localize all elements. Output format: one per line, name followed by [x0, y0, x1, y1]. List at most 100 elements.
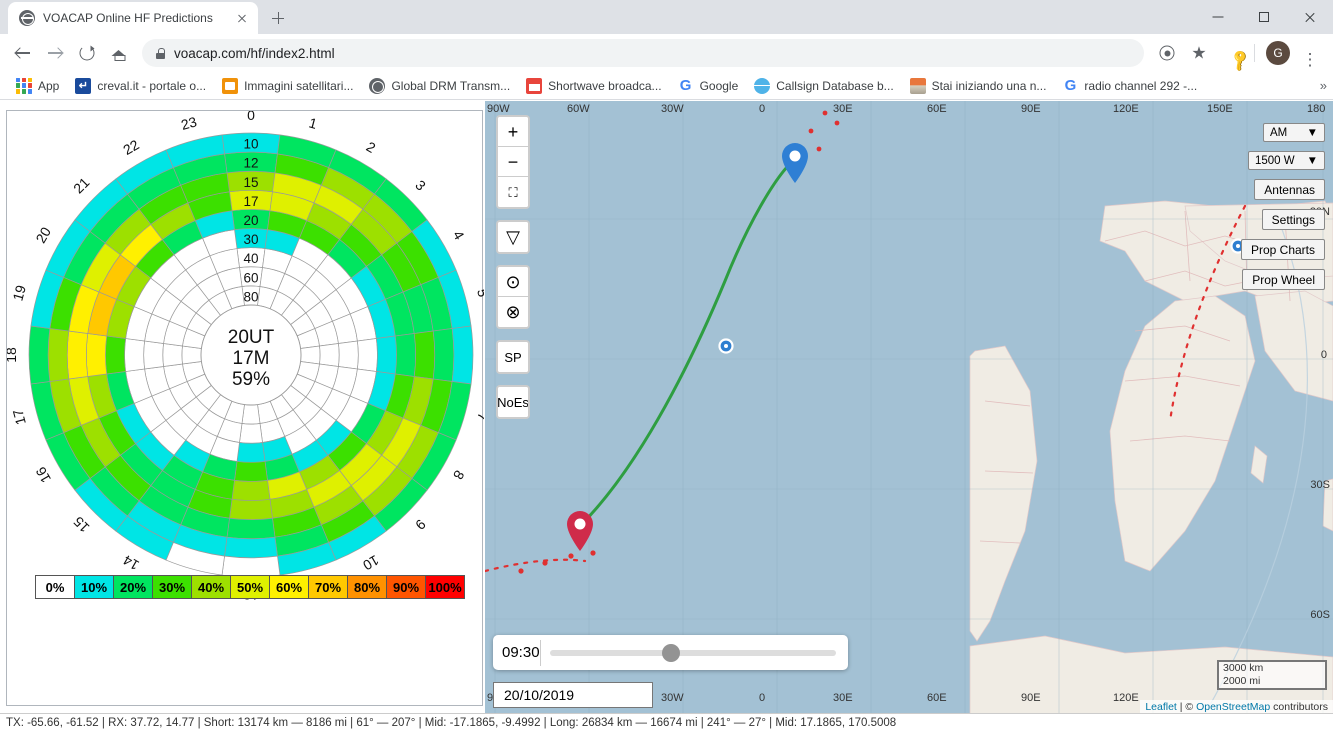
- lon-label-bottom: 30W: [661, 692, 684, 704]
- reliability-legend: 0% 10% 20% 30% 40% 50% 60% 70% 80% 90% 1…: [35, 575, 465, 599]
- legend-cell: 60%: [270, 576, 309, 598]
- greyline-toggle-button[interactable]: ▽: [498, 222, 528, 252]
- home-button[interactable]: [104, 38, 134, 68]
- google-g-icon: G: [1064, 76, 1077, 94]
- tab-close-icon[interactable]: [234, 10, 250, 26]
- lat-label: 0: [1320, 349, 1327, 361]
- lon-label-top: 180: [1307, 103, 1326, 115]
- map-canvas: [485, 101, 1333, 714]
- bookmark-item-app[interactable]: App: [9, 75, 66, 97]
- lon-label-bottom: 60E: [927, 692, 947, 704]
- bookmark-label: Stai iniziando una n...: [931, 78, 1047, 93]
- leaflet-map[interactable]: 90W 60W 30W 0 30E 60E 90E 120E 150E 180 …: [485, 101, 1333, 714]
- wheel-hour-label: 17: [9, 407, 29, 426]
- minimize-button[interactable]: [1195, 0, 1241, 34]
- wheel-hour-label: 5: [474, 287, 484, 299]
- toolbar-right-actions: ★ 🔑 G: [1152, 38, 1325, 73]
- bookmarks-overflow-icon[interactable]: »: [1320, 78, 1327, 93]
- tab-title: VOACAP Online HF Predictions: [43, 11, 213, 25]
- bookmark-item-radio-292[interactable]: G radio channel 292 -...: [1055, 75, 1204, 97]
- mountain-icon: [909, 77, 926, 94]
- cast-button[interactable]: [1152, 38, 1182, 68]
- prop-charts-button[interactable]: Prop Charts: [1240, 239, 1325, 260]
- browser-menu-button[interactable]: [1295, 38, 1325, 68]
- greyline-control-group: ▽: [496, 220, 530, 254]
- avatar: G: [1266, 41, 1290, 65]
- wheel-radial-tick: 17: [243, 194, 258, 209]
- attribution-suffix: contributors: [1270, 701, 1328, 713]
- point-control-group: ⊙ ⊗: [496, 265, 530, 329]
- time-slider-bar[interactable]: 09:30: [493, 635, 848, 670]
- new-tab-button[interactable]: [264, 4, 292, 32]
- chevron-down-icon: ▼: [1306, 154, 1318, 167]
- bookmark-label: Immagini satellitari...: [244, 78, 354, 93]
- star-icon: ★: [1191, 43, 1207, 63]
- prop-wheel-panel: 20UT17M59%101215172030406080012345678910…: [3, 107, 499, 706]
- short-path-button[interactable]: SP: [498, 342, 528, 372]
- lon-label-top: 90W: [487, 103, 510, 115]
- legend-cell: 40%: [192, 576, 231, 598]
- bookmark-label: Shortwave broadca...: [548, 78, 662, 93]
- date-input[interactable]: 20/10/2019: [493, 682, 653, 708]
- clear-point-button[interactable]: ⊗: [498, 297, 528, 327]
- leaflet-link[interactable]: Leaflet: [1145, 701, 1177, 713]
- reload-button[interactable]: [72, 38, 102, 68]
- lock-icon: [156, 47, 165, 59]
- wheel-center-label: 17M: [233, 348, 270, 369]
- satellite-icon: [222, 77, 239, 94]
- wheel-center-label: 59%: [232, 369, 270, 390]
- wheel-hour-label: 1: [307, 114, 319, 132]
- status-bar: TX: -65.66, -61.52 | RX: 37.72, 14.77 | …: [0, 713, 1333, 731]
- legend-cell: 0%: [36, 576, 75, 598]
- prop-wheel-button[interactable]: Prop Wheel: [1242, 269, 1325, 290]
- back-button[interactable]: [8, 38, 38, 68]
- zoom-out-button[interactable]: −: [498, 147, 528, 177]
- settings-button[interactable]: Settings: [1261, 209, 1325, 230]
- wheel-hour-label: 4: [450, 228, 468, 243]
- time-slider-thumb[interactable]: [661, 643, 680, 662]
- power-select[interactable]: 1500 W ▼: [1247, 151, 1325, 170]
- legend-cell: 50%: [231, 576, 270, 598]
- legend-cell: 10%: [75, 576, 114, 598]
- legend-cell: 30%: [153, 576, 192, 598]
- wheel-hour-label: 8: [450, 468, 468, 483]
- profile-button[interactable]: G: [1263, 38, 1293, 68]
- openstreetmap-link[interactable]: OpenStreetMap: [1196, 701, 1270, 713]
- bookmark-button[interactable]: ★: [1184, 38, 1214, 68]
- wheel-radial-tick: 15: [243, 175, 258, 190]
- antennas-button[interactable]: Antennas: [1254, 179, 1325, 200]
- google-g-icon: G: [679, 76, 692, 94]
- mode-select-value: AM: [1270, 126, 1288, 139]
- bookmark-item-satellite[interactable]: Immagini satellitari...: [215, 75, 360, 97]
- lon-label-top: 60E: [927, 103, 947, 115]
- password-manager-button[interactable]: 🔑: [1216, 38, 1253, 73]
- bookmark-item-callsign-db[interactable]: Callsign Database b...: [747, 75, 900, 97]
- browser-tab[interactable]: VOACAP Online HF Predictions: [8, 2, 258, 34]
- time-slider[interactable]: [550, 643, 836, 662]
- address-bar[interactable]: voacap.com/hf/index2.html: [142, 39, 1144, 67]
- center-point-button[interactable]: ⊙: [498, 267, 528, 297]
- address-bar-url: voacap.com/hf/index2.html: [174, 45, 335, 61]
- bookmark-item-creval[interactable]: ↵ creval.it - portale o...: [68, 75, 213, 97]
- bookmark-item-stai-iniziando[interactable]: Stai iniziando una n...: [903, 75, 1054, 97]
- maximize-button[interactable]: [1241, 0, 1287, 34]
- attribution-sep: | ©: [1176, 701, 1197, 713]
- bookmark-item-global-drm[interactable]: Global DRM Transm...: [362, 75, 517, 97]
- window-close-button[interactable]: [1287, 0, 1333, 34]
- map-settings-panel: AM ▼ 1500 W ▼ Antennas Settings Prop Cha…: [1240, 123, 1325, 290]
- no-es-button[interactable]: NoEs: [498, 387, 528, 417]
- bookmark-item-google[interactable]: G Google: [671, 75, 746, 97]
- bookmark-item-shortwave[interactable]: Shortwave broadca...: [519, 75, 668, 97]
- browser-window: VOACAP Online HF Predictions voacap.com/…: [0, 0, 1333, 731]
- fullscreen-icon-button[interactable]: ⛶: [498, 177, 528, 207]
- zoom-in-button[interactable]: +: [498, 117, 528, 147]
- mode-select[interactable]: AM ▼: [1263, 123, 1325, 142]
- wheel-hour-label: 18: [7, 347, 19, 363]
- bookmark-label: Google: [699, 78, 739, 93]
- wheel-hour-label: 23: [179, 113, 198, 133]
- window-buttons: [1195, 0, 1333, 34]
- lon-label-top: 90E: [1021, 103, 1041, 115]
- forward-button[interactable]: [40, 38, 70, 68]
- wheel-hour-label: 22: [120, 136, 142, 158]
- database-globe-icon: [754, 77, 771, 94]
